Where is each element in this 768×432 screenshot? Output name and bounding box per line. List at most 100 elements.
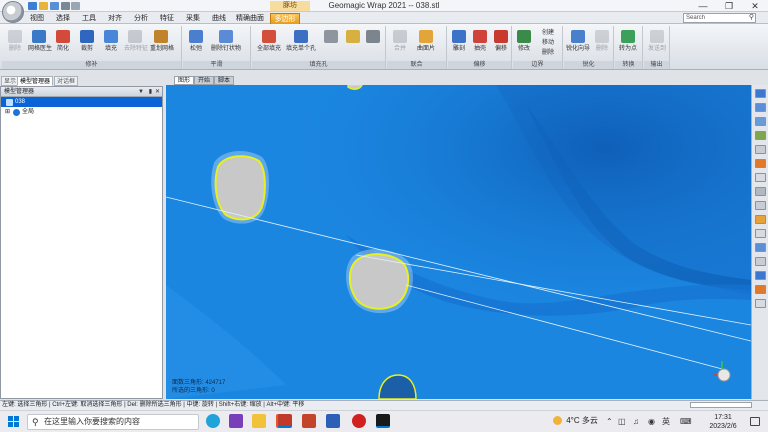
sharpen-wizard-button[interactable]: 锐化向导 — [565, 30, 591, 60]
taskbar-search-input[interactable]: ⚲ 在这里输入你要搜索的内容 — [27, 414, 199, 430]
grow-selection-icon[interactable] — [755, 285, 766, 294]
relax-button[interactable]: 松弛 — [185, 30, 207, 60]
keyboard-layout-icon[interactable]: ⌨ — [680, 416, 692, 428]
weather-widget[interactable]: 4°C 多云 — [553, 415, 598, 427]
expand-icon[interactable]: ⊞ — [5, 107, 10, 117]
fill-button[interactable]: 填充 — [100, 30, 122, 60]
merge-button[interactable]: 合并 — [389, 30, 411, 60]
shell-button[interactable]: 抽壳 — [470, 30, 490, 60]
shrink-selection-icon[interactable] — [755, 299, 766, 308]
fill-all-button[interactable]: 全部填充 — [256, 30, 282, 60]
cloud-icon — [553, 416, 562, 426]
speaker-icon[interactable]: ♫ — [633, 416, 639, 428]
onenote-icon[interactable] — [229, 414, 243, 428]
fill-options-button[interactable] — [344, 30, 362, 60]
send-to-button[interactable]: 发送到 — [646, 30, 668, 60]
bridge-button[interactable] — [322, 30, 340, 60]
ime-indicator[interactable]: 英 — [662, 416, 670, 428]
new-file-icon[interactable] — [28, 2, 37, 10]
tab-tools[interactable]: 工具 — [78, 13, 100, 24]
tab-model-manager[interactable]: 模型管理器 — [17, 76, 54, 86]
remove-features-button[interactable]: 去除特征 — [124, 30, 148, 60]
tab-graphics[interactable]: 图形 — [174, 76, 195, 85]
sharpen-delete-button[interactable]: 删除 — [592, 30, 612, 60]
boundary-create-button[interactable]: 创建 — [535, 29, 561, 39]
select-tool-icon[interactable] — [755, 173, 766, 182]
fill-single-button[interactable]: 填充单个孔 — [286, 30, 316, 60]
tab-exact-surfaces[interactable]: 精确曲面 — [234, 13, 266, 24]
app-menu-button[interactable] — [2, 1, 24, 23]
tab-dialog[interactable]: 对话框 — [54, 76, 79, 86]
wps-icon[interactable] — [302, 414, 316, 428]
wechat-icon[interactable]: ◉ — [648, 416, 655, 428]
tab-polygons[interactable]: 多边形 — [270, 13, 300, 24]
rotate-icon[interactable] — [755, 159, 766, 168]
sculpt-button[interactable]: 雕刻 — [449, 30, 469, 60]
view-front-icon[interactable] — [755, 103, 766, 112]
word-icon[interactable] — [326, 414, 340, 428]
tab-start[interactable]: 开始 — [194, 76, 215, 85]
view-right-icon[interactable] — [755, 131, 766, 140]
decimate-button[interactable]: 简化 — [52, 30, 74, 60]
zoom-fit-icon[interactable] — [755, 145, 766, 154]
view-top-icon[interactable] — [755, 117, 766, 126]
tab-curves[interactable]: 曲线 — [208, 13, 230, 24]
remove-spikes-button[interactable]: 删除钉状物 — [211, 30, 241, 60]
invert-selection-icon[interactable] — [755, 271, 766, 280]
open-file-icon[interactable] — [39, 2, 48, 10]
view-cube-icon[interactable] — [755, 89, 766, 98]
pin-icon[interactable]: ▮ — [149, 87, 152, 97]
record-app-icon[interactable] — [352, 414, 366, 428]
offset-button[interactable]: 偏移 — [491, 30, 511, 60]
hole-boundary-1[interactable] — [211, 151, 269, 224]
file-explorer-icon[interactable] — [252, 414, 266, 428]
navigate-holes-button[interactable] — [364, 30, 382, 60]
trim-button[interactable]: 裁剪 — [76, 30, 98, 60]
hole-boundary-2[interactable] — [346, 249, 413, 314]
tray-overflow-icon[interactable]: ⌃ — [606, 416, 613, 428]
fill-icon — [104, 30, 118, 43]
tab-features[interactable]: 特征 — [156, 13, 178, 24]
minimize-button[interactable]: — — [690, 0, 716, 12]
surface-patch-button[interactable]: 曲面片 — [415, 30, 437, 60]
start-button[interactable] — [8, 416, 20, 428]
search-icon[interactable]: ⚲ — [749, 14, 754, 22]
capcut-icon[interactable] — [376, 414, 390, 428]
convert-to-points-button[interactable]: 转为点 — [617, 30, 639, 60]
select-visible-icon[interactable] — [755, 229, 766, 238]
tab-view[interactable]: 视图 — [26, 13, 48, 24]
tree-item-model[interactable]: 038 — [1, 97, 162, 107]
edge-icon[interactable] — [206, 414, 220, 428]
select-all-icon[interactable] — [755, 243, 766, 252]
ribbon-group-label: 修补 — [2, 61, 181, 69]
boundary-delete-button[interactable]: 删除 — [535, 49, 561, 59]
select-through-icon[interactable] — [755, 215, 766, 224]
close-panel-icon[interactable]: ✕ — [155, 87, 160, 97]
tab-capture[interactable]: 采集 — [182, 13, 204, 24]
network-icon[interactable]: ◫ — [618, 416, 626, 428]
remesh-button[interactable]: 重划网格 — [150, 30, 174, 60]
brush-select-icon[interactable] — [755, 201, 766, 210]
delete-button[interactable]: 删除 — [4, 30, 26, 60]
close-button[interactable]: ✕ — [742, 0, 768, 12]
boundary-modify-button[interactable]: 修改 — [514, 30, 534, 60]
deselect-icon[interactable] — [755, 257, 766, 266]
mesh-doctor-button[interactable]: 网格医生 — [28, 30, 52, 60]
maximize-button[interactable]: ❐ — [716, 0, 742, 12]
tab-script[interactable]: 脚本 — [214, 76, 235, 85]
system-clock[interactable]: 17:31 2023/2/6 — [703, 413, 743, 431]
3d-viewport[interactable] — [166, 85, 751, 399]
tree-item-global[interactable]: ⊞ 全局 — [1, 107, 162, 117]
search-input[interactable]: Search ⚲ — [683, 13, 756, 23]
boundary-move-button[interactable]: 移动 — [535, 39, 561, 49]
undo-icon[interactable] — [61, 2, 70, 10]
tab-analysis[interactable]: 分析 — [130, 13, 152, 24]
tab-select[interactable]: 选择 — [52, 13, 74, 24]
lasso-icon[interactable] — [755, 187, 766, 196]
notification-icon[interactable] — [750, 417, 760, 426]
dropdown-icon[interactable]: ▼ — [138, 87, 144, 97]
tab-align[interactable]: 对齐 — [104, 13, 126, 24]
save-icon[interactable] — [50, 2, 59, 10]
dx-app-icon[interactable] — [278, 414, 292, 428]
redo-icon[interactable] — [71, 2, 80, 10]
